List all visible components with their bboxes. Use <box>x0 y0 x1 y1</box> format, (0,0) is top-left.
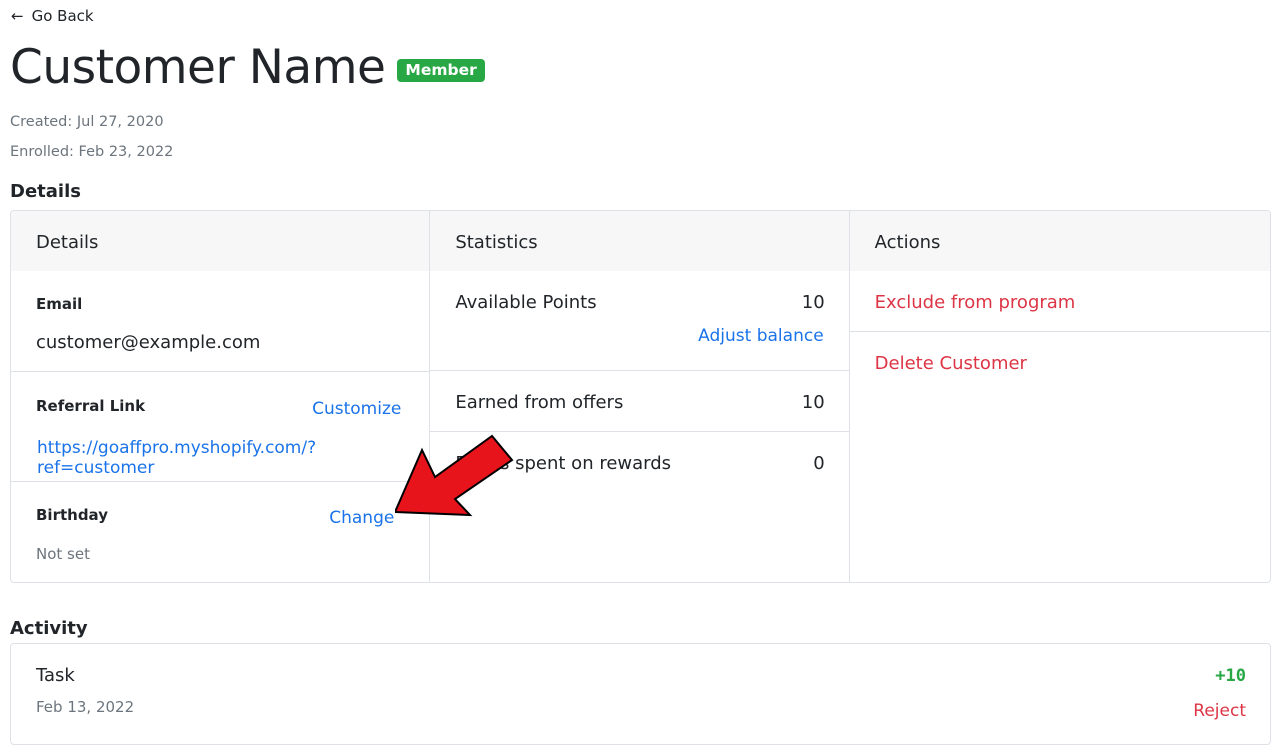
email-label: Email <box>36 295 83 313</box>
statistics-column-heading: Statistics <box>430 211 849 271</box>
change-birthday-link[interactable]: Change <box>329 508 394 528</box>
referral-label: Referral Link <box>36 397 146 415</box>
referral-url-link[interactable]: https://goaffpro.myshopify.com/?ref=cust… <box>37 438 429 478</box>
earned-offers-label: Earned from offers <box>455 392 624 413</box>
details-column: Details Email customer@example.com Refer… <box>11 211 431 582</box>
actions-column-heading: Actions <box>849 211 1270 271</box>
available-points-row: Available Points 10 Adjust balance <box>430 271 849 371</box>
earned-offers-row: Earned from offers 10 <box>430 371 849 432</box>
activity-card: Task Feb 13, 2022 +10 Reject <box>10 643 1271 745</box>
delete-row: Delete Customer <box>850 332 1270 582</box>
details-column-heading: Details <box>11 211 430 271</box>
available-points-label: Available Points <box>455 292 597 313</box>
points-spent-label: Points spent on rewards <box>455 453 672 474</box>
enrolled-date: Enrolled: Feb 23, 2022 <box>10 144 174 160</box>
statistics-column: Statistics Available Points 10 Adjust ba… <box>430 211 850 582</box>
adjust-balance-link[interactable]: Adjust balance <box>698 326 823 346</box>
delete-customer-button[interactable]: Delete Customer <box>875 353 1027 374</box>
actions-column: Actions Exclude from program Delete Cust… <box>849 211 1270 582</box>
birthday-label: Birthday <box>36 506 108 524</box>
points-spent-row: Points spent on rewards 0 <box>430 432 848 582</box>
birthday-value: Not set <box>36 545 90 563</box>
birthday-row: Birthday Change Not set <box>11 482 429 582</box>
points-spent-value: 0 <box>813 453 825 474</box>
exclude-from-program-button[interactable]: Exclude from program <box>875 292 1076 313</box>
page-title: Customer Name <box>10 40 386 95</box>
go-back-label: Go Back <box>31 7 94 25</box>
go-back-link[interactable]: ← Go Back <box>11 7 94 25</box>
arrow-left-icon: ← <box>11 7 24 25</box>
details-section-heading: Details <box>10 181 81 202</box>
member-badge: Member <box>397 58 485 82</box>
customize-link[interactable]: Customize <box>312 399 401 419</box>
email-row: Email customer@example.com <box>11 271 430 372</box>
activity-task: Task <box>36 665 75 686</box>
activity-section-heading: Activity <box>10 618 88 639</box>
activity-date: Feb 13, 2022 <box>36 698 135 716</box>
reject-button[interactable]: Reject <box>1193 701 1246 721</box>
exclude-row: Exclude from program <box>849 271 1270 332</box>
earned-offers-value: 10 <box>801 392 825 413</box>
email-value: customer@example.com <box>36 332 261 353</box>
created-date: Created: Jul 27, 2020 <box>10 114 164 130</box>
details-card: Details Email customer@example.com Refer… <box>10 210 1271 583</box>
referral-row: Referral Link Customize https://goaffpro… <box>11 372 430 482</box>
title-row: Customer Name Member <box>10 40 485 96</box>
available-points-value: 10 <box>801 292 825 313</box>
activity-points: +10 <box>1215 666 1246 686</box>
